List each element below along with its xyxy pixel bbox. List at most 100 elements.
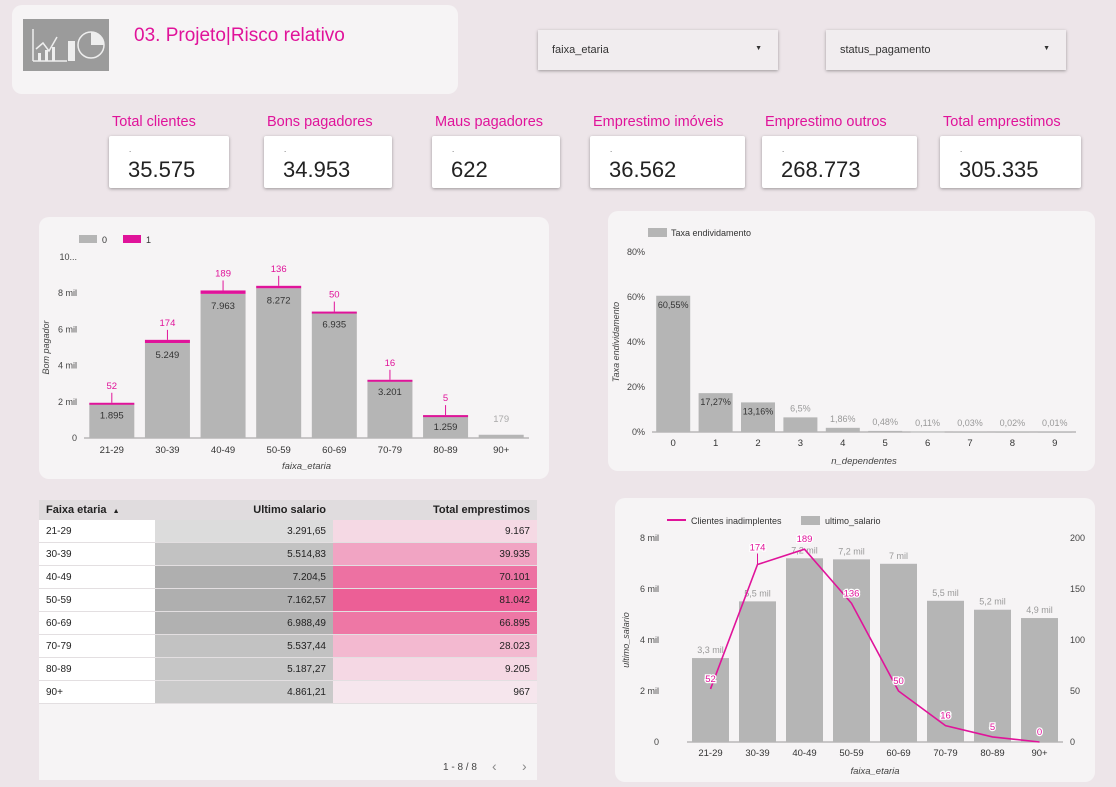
table-row[interactable]: 70-79 5.537,44 28.023 bbox=[39, 634, 537, 658]
faixa-etaria-filter[interactable]: faixa_etaria ▼ bbox=[538, 30, 778, 70]
legend-label-0: 0 bbox=[102, 235, 107, 245]
bar-series-1[interactable] bbox=[200, 290, 246, 294]
line-data-label: 16 bbox=[940, 711, 951, 722]
kpi-value: 36.562 bbox=[609, 157, 677, 182]
dropdown-arrow-icon: ▼ bbox=[755, 45, 762, 52]
bar-series-0[interactable] bbox=[200, 293, 246, 438]
bar-series-1[interactable] bbox=[367, 379, 413, 382]
status-pagamento-filter[interactable]: status_pagamento ▼ bbox=[826, 30, 1066, 70]
data-label-series-0: 8.272 bbox=[267, 295, 291, 306]
bar[interactable] bbox=[833, 559, 870, 742]
bar-data-label: 4,9 mil bbox=[1026, 605, 1053, 615]
bar[interactable] bbox=[825, 427, 860, 432]
line-data-label: 174 bbox=[750, 543, 766, 554]
column-header-faixa-etaria[interactable]: Faixa etaria ▲ bbox=[39, 500, 155, 520]
x-tick-label: 3 bbox=[798, 438, 803, 449]
x-tick-label: 90+ bbox=[493, 445, 510, 456]
column-header-ultimo-salario[interactable]: Ultimo salario bbox=[155, 500, 333, 520]
chart-taxa-endividamento: Taxa endividamento 0% 20% 40% 60% 80% Taxa end… bbox=[611, 228, 1076, 467]
y-tick-label-right: 150 bbox=[1070, 584, 1085, 594]
table-cell-faixa: 21-29 bbox=[39, 520, 155, 543]
x-tick-label: 2 bbox=[755, 438, 760, 449]
kpi-label-total-clientes: Total clientes bbox=[112, 114, 196, 130]
x-tick-label: 21-29 bbox=[698, 748, 722, 759]
column-header-total-emprestimos[interactable]: Total emprestimos bbox=[333, 500, 537, 520]
x-tick-label: 9 bbox=[1052, 438, 1057, 449]
data-label-series-1: 5 bbox=[443, 393, 448, 404]
kpi-value: 305.335 bbox=[959, 157, 1039, 182]
table-row[interactable]: 30-39 5.514,83 39.935 bbox=[39, 542, 537, 566]
bar-series-0[interactable] bbox=[478, 434, 524, 438]
next-page-icon[interactable]: › bbox=[522, 758, 527, 774]
table-cell-faixa: 40-49 bbox=[39, 565, 155, 589]
data-label-series-0: 179 bbox=[493, 414, 509, 425]
data-label-series-0: 1.259 bbox=[434, 422, 458, 433]
y-tick-label-right: 0 bbox=[1070, 737, 1075, 747]
data-label-series-1: 52 bbox=[107, 381, 118, 392]
y-tick-label: 10... bbox=[59, 252, 77, 262]
table-row[interactable]: 60-69 6.988,49 66.895 bbox=[39, 611, 537, 635]
table-row[interactable]: 21-29 3.291,65 9.167 bbox=[39, 520, 537, 543]
table-cell-emprestimos: 81.042 bbox=[333, 588, 537, 612]
bar[interactable] bbox=[880, 563, 917, 742]
table-header-row: Faixa etaria ▲ Ultimo salario Total empr… bbox=[39, 500, 537, 520]
header-card: 03. Projeto|Risco relativo bbox=[12, 5, 458, 94]
bar[interactable] bbox=[1021, 618, 1058, 742]
table-row[interactable]: 90+ 4.861,21 967 bbox=[39, 680, 537, 704]
x-tick-label: 60-69 bbox=[322, 445, 346, 456]
bar[interactable] bbox=[692, 658, 729, 742]
bar-series-1[interactable] bbox=[423, 415, 469, 418]
data-label: 17,27% bbox=[700, 397, 731, 407]
bar[interactable] bbox=[783, 417, 818, 432]
kpi-value: 622 bbox=[451, 157, 488, 182]
table-row[interactable]: 80-89 5.187,27 9.205 bbox=[39, 657, 537, 681]
y-tick-label: 6 mil bbox=[58, 324, 77, 334]
legend-label-bar: ultimo_salario bbox=[825, 516, 881, 526]
data-label: 13,16% bbox=[743, 406, 774, 416]
x-tick-label: 60-69 bbox=[886, 748, 910, 759]
bar-series-1[interactable] bbox=[144, 339, 190, 343]
bar[interactable] bbox=[910, 431, 945, 433]
bar-series-0[interactable] bbox=[311, 312, 357, 438]
kpi-emprestimo-outros: . 268.773 bbox=[762, 136, 917, 188]
x-tick-label: 50-59 bbox=[839, 748, 863, 759]
bar-series-1[interactable] bbox=[89, 402, 135, 405]
table-cell-faixa: 80-89 bbox=[39, 657, 155, 681]
kpi-value: 34.953 bbox=[283, 157, 351, 182]
data-label: 0,11% bbox=[915, 418, 940, 428]
table-cell-salario: 7.162,57 bbox=[155, 588, 333, 612]
table-row[interactable]: 50-59 7.162,57 81.042 bbox=[39, 588, 537, 612]
table-row[interactable]: 40-49 7.204,5 70.101 bbox=[39, 565, 537, 589]
bar[interactable] bbox=[1037, 431, 1072, 433]
data-label-series-0: 1.895 bbox=[100, 411, 124, 422]
filter-label: status_pagamento bbox=[840, 44, 931, 56]
table-cell-faixa: 70-79 bbox=[39, 634, 155, 658]
y-tick-label: 8 mil bbox=[58, 288, 77, 298]
table-cell-faixa: 60-69 bbox=[39, 611, 155, 635]
kpi-bons-pagadores: . 34.953 bbox=[264, 136, 392, 188]
data-label: 1,86% bbox=[830, 414, 856, 424]
bar[interactable] bbox=[786, 558, 823, 742]
line-data-label: 52 bbox=[705, 674, 716, 685]
y-tick-label: 0% bbox=[632, 427, 645, 437]
bar-series-1[interactable] bbox=[311, 311, 357, 314]
legend-swatch bbox=[648, 228, 667, 237]
bar-series-1[interactable] bbox=[256, 285, 302, 289]
prev-page-icon[interactable]: ‹ bbox=[492, 758, 497, 774]
bar[interactable] bbox=[995, 431, 1030, 433]
table-cell-emprestimos: 967 bbox=[333, 680, 537, 704]
data-label-series-1: 189 bbox=[215, 268, 231, 279]
bar[interactable] bbox=[868, 430, 903, 432]
bar-series-0[interactable] bbox=[256, 288, 302, 438]
kpi-label-emprestimo-imoveis: Emprestimo imóveis bbox=[593, 114, 724, 130]
table-cell-emprestimos: 28.023 bbox=[333, 634, 537, 658]
y-tick-label-left: 2 mil bbox=[640, 686, 659, 696]
data-label-series-1: 16 bbox=[385, 358, 396, 369]
bar[interactable] bbox=[739, 601, 776, 742]
bar[interactable] bbox=[656, 295, 691, 432]
kpi-total-emprestimos: . 305.335 bbox=[940, 136, 1081, 188]
data-label: 6,5% bbox=[790, 403, 811, 413]
table-cell-salario: 4.861,21 bbox=[155, 680, 333, 704]
bar[interactable] bbox=[953, 431, 987, 433]
data-label-series-1: 50 bbox=[329, 290, 340, 301]
